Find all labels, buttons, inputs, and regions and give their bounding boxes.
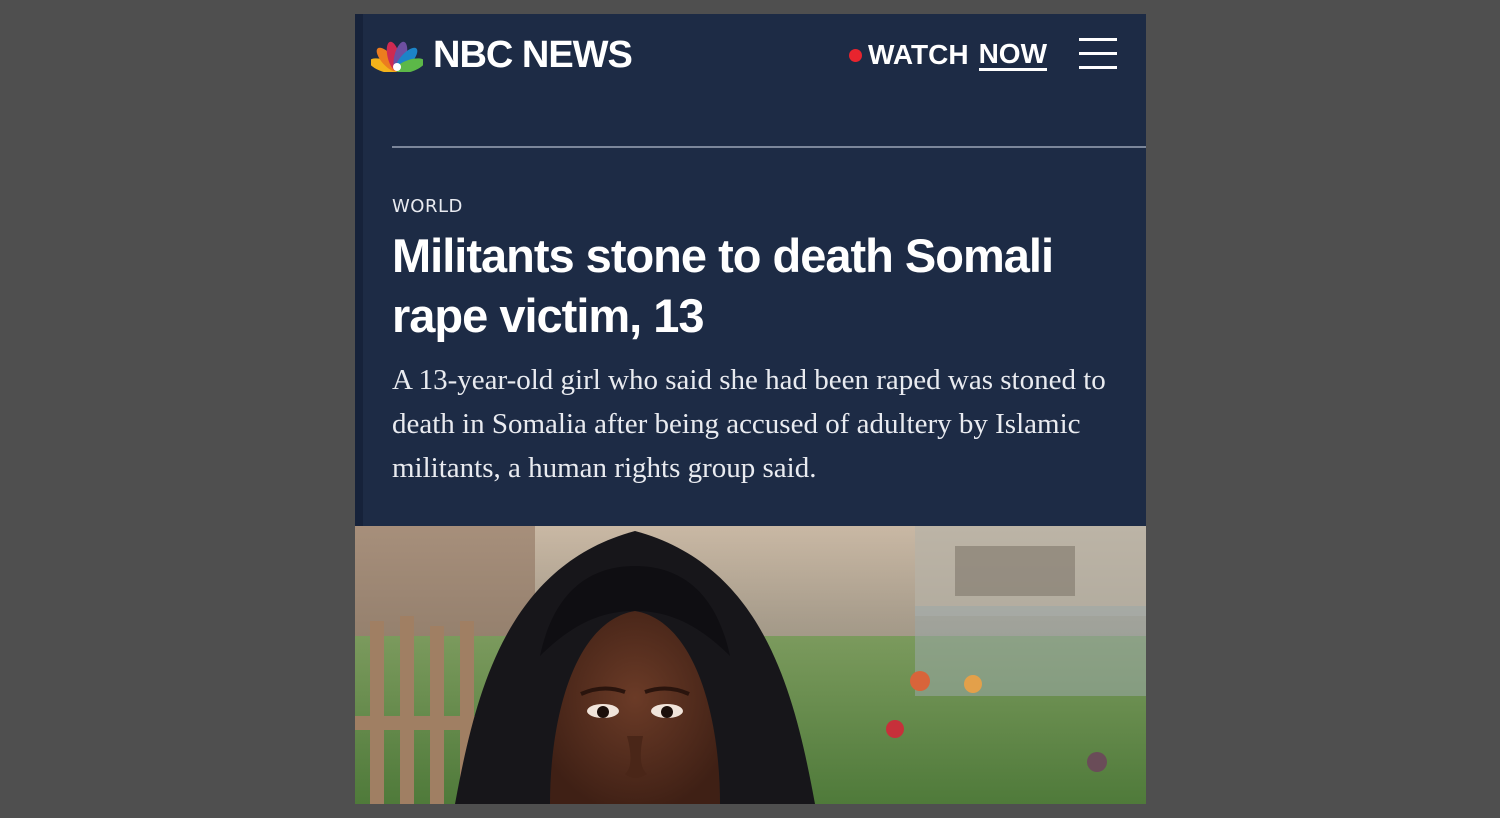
logo-text: NBC NEWS [433, 34, 633, 76]
article-dek: A 13-year-old girl who said she had been… [392, 364, 1106, 484]
header-divider [392, 146, 1146, 148]
article-page: NBC NEWS WATCH NOW WORLD Militants stone… [355, 14, 1146, 804]
article-photo [355, 526, 1146, 804]
menu-line [1079, 38, 1117, 41]
article-headline: Militants stone to death Somali rape vic… [392, 229, 1054, 342]
watch-label: WATCH [868, 39, 969, 70]
menu-line [1079, 66, 1117, 69]
menu-line [1079, 52, 1117, 55]
hamburger-menu-icon[interactable] [1079, 38, 1117, 70]
watch-now-link[interactable]: WATCH NOW [849, 37, 1048, 72]
section-label[interactable]: WORLD [392, 196, 463, 217]
nbc-news-logo[interactable]: NBC NEWS [371, 34, 633, 76]
peacock-icon [371, 38, 423, 72]
live-dot-icon [849, 48, 862, 62]
site-header: NBC NEWS WATCH NOW [355, 14, 1146, 94]
watch-now-label: NOW [978, 37, 1048, 71]
